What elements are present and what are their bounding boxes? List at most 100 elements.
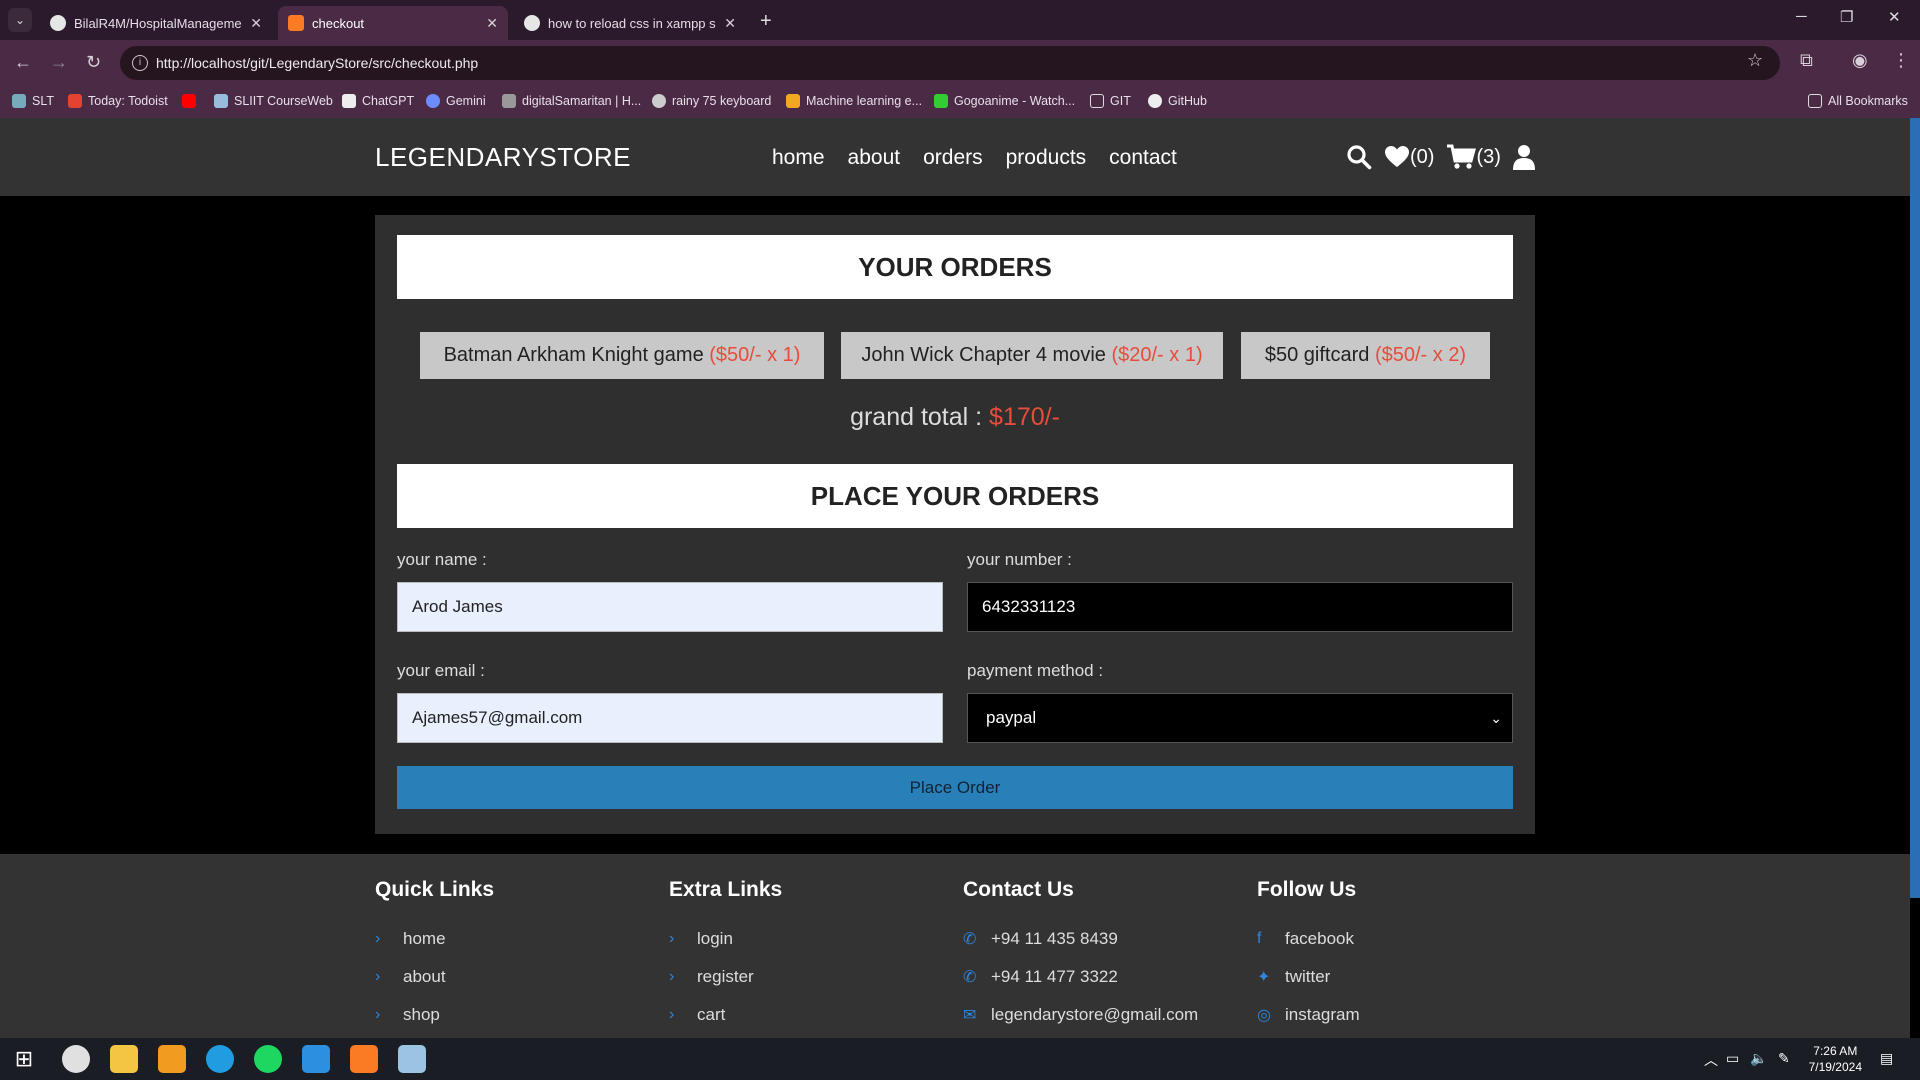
footer-link-login[interactable]: › login: [669, 920, 782, 958]
place-order-button[interactable]: Place Order: [397, 766, 1513, 809]
profile-icon[interactable]: ◉: [1852, 50, 1868, 71]
chrome-icon[interactable]: [62, 1045, 90, 1073]
folder-icon: [1090, 94, 1104, 108]
back-icon[interactable]: ←: [14, 52, 32, 73]
chatgpt-icon: [342, 94, 356, 108]
nav-products[interactable]: products: [1006, 146, 1087, 170]
bookmark-item[interactable]: Gogoanime - Watch...: [934, 94, 1075, 108]
pen-icon[interactable]: ✎: [1778, 1050, 1790, 1067]
nav-contact[interactable]: contact: [1109, 146, 1177, 170]
spotify-icon[interactable]: [254, 1045, 282, 1073]
close-icon[interactable]: ✕: [250, 15, 262, 32]
tab-search-button[interactable]: ⌄: [8, 8, 32, 32]
bookmark-item[interactable]: Gemini: [426, 94, 486, 108]
number-input[interactable]: 6432331123: [967, 582, 1513, 632]
notepad-icon[interactable]: [398, 1045, 426, 1073]
page-viewport: LEGENDARYSTORE home about orders product…: [0, 118, 1920, 1038]
cart-icon: [1447, 144, 1477, 169]
follow-twitter[interactable]: ✦ twitter: [1257, 958, 1360, 996]
wishlist-link[interactable]: (0): [1384, 145, 1434, 169]
url-text: http://localhost/git/LegendaryStore/src/…: [156, 55, 479, 71]
nav-home[interactable]: home: [772, 146, 825, 170]
bookmark-item[interactable]: digitalSamaritan | H...: [502, 94, 641, 108]
follow-instagram[interactable]: ◎ instagram: [1257, 996, 1360, 1034]
tab-github[interactable]: BilalR4M/HospitalManagement ✕: [40, 6, 272, 40]
xampp-icon: [288, 15, 304, 31]
menu-kebab-icon[interactable]: ⋮: [1892, 50, 1910, 71]
name-input[interactable]: Arod James: [397, 582, 943, 632]
footer-link-home[interactable]: › home: [375, 920, 494, 958]
minimize-icon[interactable]: ─: [1796, 8, 1807, 25]
wishlist-count: (0): [1410, 145, 1435, 168]
page-scrollbar[interactable]: [1910, 118, 1920, 898]
reload-icon[interactable]: ↻: [86, 52, 101, 73]
order-item: John Wick Chapter 4 movie ($20/- x 1): [841, 332, 1223, 379]
twitter-icon: ✦: [1257, 969, 1271, 986]
bookmark-item[interactable]: Today: Todoist: [68, 94, 168, 108]
address-bar[interactable]: i http://localhost/git/LegendaryStore/sr…: [120, 46, 1780, 80]
follow-facebook[interactable]: f facebook: [1257, 920, 1360, 958]
heart-icon: [1385, 146, 1409, 167]
cart-link[interactable]: (3): [1446, 144, 1501, 170]
tray-chevron-up-icon[interactable]: ︿: [1704, 1050, 1718, 1070]
new-tab-button[interactable]: +: [760, 10, 772, 33]
sublime-icon[interactable]: [158, 1045, 186, 1073]
email-input[interactable]: Ajames57@gmail.com: [397, 693, 943, 743]
site-info-icon[interactable]: i: [132, 55, 148, 71]
bookmark-item[interactable]: SLIIT CourseWeb: [214, 94, 333, 108]
system-clock[interactable]: 7:26 AM 7/19/2024: [1809, 1043, 1862, 1075]
volume-icon[interactable]: 🔈: [1750, 1050, 1767, 1067]
contact-email[interactable]: ✉ legendarystore@gmail.com: [963, 996, 1198, 1034]
payment-method-select[interactable]: paypal ⌄: [967, 693, 1513, 743]
close-icon[interactable]: ✕: [486, 15, 498, 32]
nav-about[interactable]: about: [848, 146, 901, 170]
close-icon[interactable]: ✕: [724, 15, 736, 32]
bookmark-star-icon[interactable]: ☆: [1747, 50, 1763, 71]
chevron-right-icon: ›: [375, 930, 381, 947]
close-window-icon[interactable]: ✕: [1888, 8, 1901, 26]
search-icon[interactable]: [1346, 144, 1372, 170]
network-icon[interactable]: ▭: [1726, 1050, 1739, 1067]
vscode-icon[interactable]: [302, 1045, 330, 1073]
order-item: $50 giftcard ($50/- x 2): [1241, 332, 1490, 379]
quick-links-title: Quick Links: [375, 878, 495, 901]
user-icon[interactable]: [1512, 144, 1535, 170]
site-logo[interactable]: LEGENDARYSTORE: [375, 142, 631, 173]
notification-icon[interactable]: ▤: [1880, 1050, 1893, 1067]
tab-checkout[interactable]: checkout ✕: [278, 6, 508, 40]
file-explorer-icon[interactable]: [110, 1045, 138, 1073]
contact-phone-1[interactable]: ✆ +94 11 435 8439: [963, 920, 1198, 958]
order-item-price: ($50/- x 1): [709, 344, 801, 366]
footer-link-cart[interactable]: › cart: [669, 996, 782, 1034]
bookmark-item[interactable]: GitHub: [1148, 94, 1207, 108]
site-footer: Quick Links › home › about › shop Extra Lin…: [0, 854, 1910, 1038]
xampp-icon[interactable]: [350, 1045, 378, 1073]
edge-icon[interactable]: [206, 1045, 234, 1073]
digitalsamaritan-icon: [502, 94, 516, 108]
chevron-right-icon: ›: [375, 1006, 381, 1023]
forward-icon[interactable]: →: [50, 52, 68, 73]
all-bookmarks-folder[interactable]: All Bookmarks: [1808, 94, 1908, 108]
restore-icon[interactable]: ❐: [1840, 8, 1853, 26]
windows-start-icon[interactable]: ⊞: [10, 1045, 38, 1073]
extensions-icon[interactable]: ⧉: [1800, 50, 1813, 71]
footer-link-about[interactable]: › about: [375, 958, 494, 996]
footer-link-shop[interactable]: › shop: [375, 996, 494, 1034]
nav-orders[interactable]: orders: [923, 146, 983, 170]
footer-link-register[interactable]: › register: [669, 958, 782, 996]
bookmark-folder[interactable]: GIT: [1090, 94, 1131, 108]
contact-title: Contact Us: [963, 878, 1074, 901]
bookmark-item[interactable]: Machine learning e...: [786, 94, 922, 108]
tab-google[interactable]: how to reload css in xampp ser ✕: [514, 6, 746, 40]
contact-phone-2[interactable]: ✆ +94 11 477 3322: [963, 958, 1198, 996]
bookmark-item[interactable]: rainy 75 keyboard: [652, 94, 771, 108]
payment-method-value: paypal: [986, 708, 1037, 727]
site-header: LEGENDARYSTORE home about orders product…: [0, 118, 1910, 196]
bookmark-item[interactable]: SLT: [12, 94, 54, 108]
bookmark-item[interactable]: ChatGPT: [342, 94, 414, 108]
order-item-name: Batman Arkham Knight game: [443, 344, 704, 366]
windows-taskbar: ⊞ ︿ ▭ 🔈 ✎ 7:26 AM 7/19/2024 ▤: [0, 1038, 1920, 1080]
bookmark-item[interactable]: [182, 94, 196, 108]
order-item-price: ($50/- x 2): [1374, 344, 1467, 366]
tab-title: BilalR4M/HospitalManagement: [74, 15, 243, 31]
